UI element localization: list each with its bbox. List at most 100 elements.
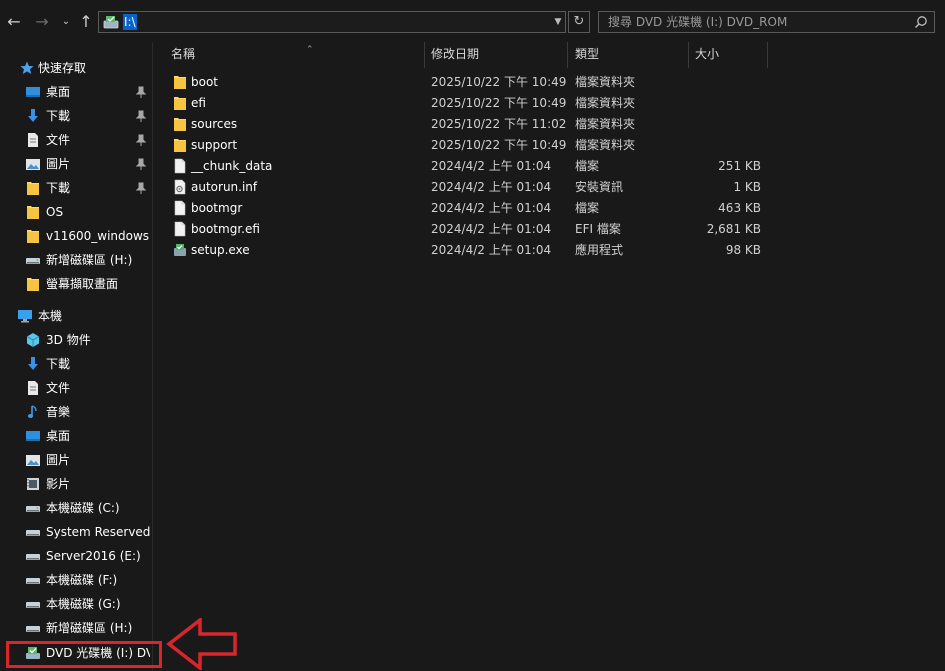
- folder-icon: [174, 76, 186, 89]
- setup-app-icon: [174, 244, 186, 256]
- file-row[interactable]: support 2025/10/22 下午 10:49 檔案資料夾: [169, 135, 769, 156]
- back-arrow-icon[interactable]: ←: [4, 12, 24, 32]
- sidebar-item-system-reserved[interactable]: System Reserved (: [0, 521, 150, 543]
- video-icon: [27, 478, 39, 490]
- sidebar-item-v11600-windows[interactable]: v11600_windows: [0, 225, 150, 247]
- pin-icon[interactable]: [136, 156, 146, 172]
- address-dropdown-icon[interactable]: ▼: [550, 11, 566, 33]
- column-resize-handle[interactable]: [688, 42, 689, 68]
- folder-icon: [27, 182, 39, 195]
- column-header-name[interactable]: 名稱 ⌃: [169, 42, 423, 66]
- sidebar-item-os[interactable]: OS: [0, 201, 150, 223]
- sidebar-item-label: 圖片: [46, 157, 71, 171]
- column-header-size[interactable]: 大小: [695, 42, 765, 66]
- sidebar-item-documents[interactable]: 文件: [0, 129, 150, 151]
- address-path[interactable]: I:\: [123, 14, 137, 30]
- sidebar-item-music[interactable]: 音樂: [0, 401, 150, 423]
- file-row[interactable]: __chunk_data 2024/4/2 上午 01:04 檔案 251 KB: [169, 156, 769, 177]
- 3d-objects-icon: [26, 333, 40, 347]
- sidebar-item-label: 下載: [46, 109, 71, 123]
- file-name: bootmgr: [191, 201, 243, 215]
- file-row[interactable]: bootmgr 2024/4/2 上午 01:04 檔案 463 KB: [169, 198, 769, 219]
- sidebar-item-label: 圖片: [46, 453, 71, 467]
- file-row[interactable]: boot 2025/10/22 下午 10:49 檔案資料夾: [169, 72, 769, 93]
- drive-icon: [26, 626, 40, 632]
- navigation-pane: 快速存取 桌面 下載 文件 圖片 下載 OS v11600_windows 新增…: [0, 42, 152, 671]
- sidebar-item-videos[interactable]: 影片: [0, 473, 150, 495]
- pin-icon[interactable]: [136, 180, 146, 196]
- desktop-icon: [26, 431, 40, 441]
- sort-ascending-icon: ⌃: [306, 45, 314, 55]
- forward-arrow-icon[interactable]: →: [32, 12, 52, 32]
- sidebar-item-server2016[interactable]: Server2016 (E:): [0, 545, 150, 567]
- sidebar-item-downloads[interactable]: 下載: [0, 105, 150, 127]
- search-input[interactable]: [599, 12, 904, 32]
- sidebar-item-label: 桌面: [46, 429, 71, 443]
- file-type: 檔案資料夾: [575, 117, 636, 131]
- sidebar-item-label: 螢幕擷取畫面: [46, 277, 119, 291]
- file-date: 2025/10/22 下午 10:49: [431, 96, 567, 110]
- sidebar-item-drive-c[interactable]: 本機磁碟 (C:): [0, 497, 150, 519]
- sidebar-item-pc-documents[interactable]: 文件: [0, 377, 150, 399]
- column-resize-handle[interactable]: [567, 42, 568, 68]
- sidebar-item-desktop[interactable]: 桌面: [0, 81, 150, 103]
- file-row[interactable]: efi 2025/10/22 下午 10:49 檔案資料夾: [169, 93, 769, 114]
- sidebar-item-label: 下載: [46, 357, 71, 371]
- sidebar-item-label: Server2016 (E:): [46, 549, 141, 563]
- sidebar-item-drive-h-quick[interactable]: 新增磁碟區 (H:): [0, 249, 150, 271]
- sidebar-item-drive-h[interactable]: 新增磁碟區 (H:): [0, 617, 150, 639]
- sidebar-item-downloads-folder[interactable]: 下載: [0, 177, 150, 199]
- settings-file-icon: [174, 179, 186, 195]
- search-icon[interactable]: [914, 15, 928, 29]
- search-box[interactable]: [598, 11, 935, 33]
- file-list: 名稱 ⌃ 修改日期 類型 大小 boot 2025/10/22 下午 10:49…: [153, 42, 945, 671]
- file-name: boot: [191, 75, 219, 89]
- sidebar-item-pictures[interactable]: 圖片: [0, 153, 150, 175]
- column-resize-handle[interactable]: [767, 42, 768, 68]
- folder-icon: [27, 206, 39, 219]
- drive-icon: [26, 258, 40, 264]
- sidebar-item-label: 文件: [46, 133, 71, 147]
- file-row[interactable]: bootmgr.efi 2024/4/2 上午 01:04 EFI 檔案 2,6…: [169, 219, 769, 240]
- folder-icon: [27, 278, 39, 291]
- sidebar-item-pc-downloads[interactable]: 下載: [0, 353, 150, 375]
- highlight-box: [6, 641, 162, 668]
- file-name: setup.exe: [191, 243, 250, 257]
- file-row[interactable]: setup.exe 2024/4/2 上午 01:04 應用程式 98 KB: [169, 240, 769, 261]
- file-date: 2025/10/22 下午 11:02: [431, 117, 567, 131]
- column-header-date[interactable]: 修改日期: [431, 42, 567, 66]
- computer-icon: [18, 310, 32, 323]
- pin-icon[interactable]: [136, 84, 146, 100]
- file-type: 檔案資料夾: [575, 96, 636, 110]
- sidebar-item-drive-f[interactable]: 本機磁碟 (F:): [0, 569, 150, 591]
- sidebar-item-label: 下載: [46, 181, 71, 195]
- document-icon: [28, 381, 38, 395]
- column-resize-handle[interactable]: [424, 42, 425, 68]
- address-bar[interactable]: I:\: [98, 11, 566, 33]
- sidebar-item-label: 影片: [46, 477, 71, 491]
- drive-icon: [26, 530, 40, 536]
- column-header-type[interactable]: 類型: [575, 42, 687, 66]
- file-row[interactable]: autorun.inf 2024/4/2 上午 01:04 安裝資訊 1 KB: [169, 177, 769, 198]
- file-type: 應用程式: [575, 243, 624, 257]
- refresh-icon[interactable]: ↻: [568, 11, 590, 33]
- sidebar-item-drive-g[interactable]: 本機磁碟 (G:): [0, 593, 150, 615]
- up-arrow-icon[interactable]: ↑: [76, 12, 96, 32]
- column-header-size-label: 大小: [695, 47, 720, 61]
- desktop-icon: [26, 87, 40, 97]
- sidebar-item-pc-desktop[interactable]: 桌面: [0, 425, 150, 447]
- sidebar-quick-access[interactable]: 快速存取: [0, 57, 150, 79]
- sidebar-item-screenshots[interactable]: 螢幕擷取畫面: [0, 273, 150, 295]
- file-row[interactable]: sources 2025/10/22 下午 11:02 檔案資料夾: [169, 114, 769, 135]
- file-type: 檔案資料夾: [575, 138, 636, 152]
- sidebar-item-label: 桌面: [46, 85, 71, 99]
- folder-icon: [174, 97, 186, 110]
- sidebar-item-3d-objects[interactable]: 3D 物件: [0, 329, 150, 351]
- pin-icon[interactable]: [136, 108, 146, 124]
- sidebar-item-pc-pictures[interactable]: 圖片: [0, 449, 150, 471]
- recent-locations-chevron-icon[interactable]: ⌄: [56, 12, 76, 32]
- pin-icon[interactable]: [136, 132, 146, 148]
- sidebar-item-label: System Reserved (: [46, 525, 150, 539]
- sidebar-this-pc[interactable]: 本機: [0, 305, 150, 327]
- file-type: 檔案: [575, 159, 600, 173]
